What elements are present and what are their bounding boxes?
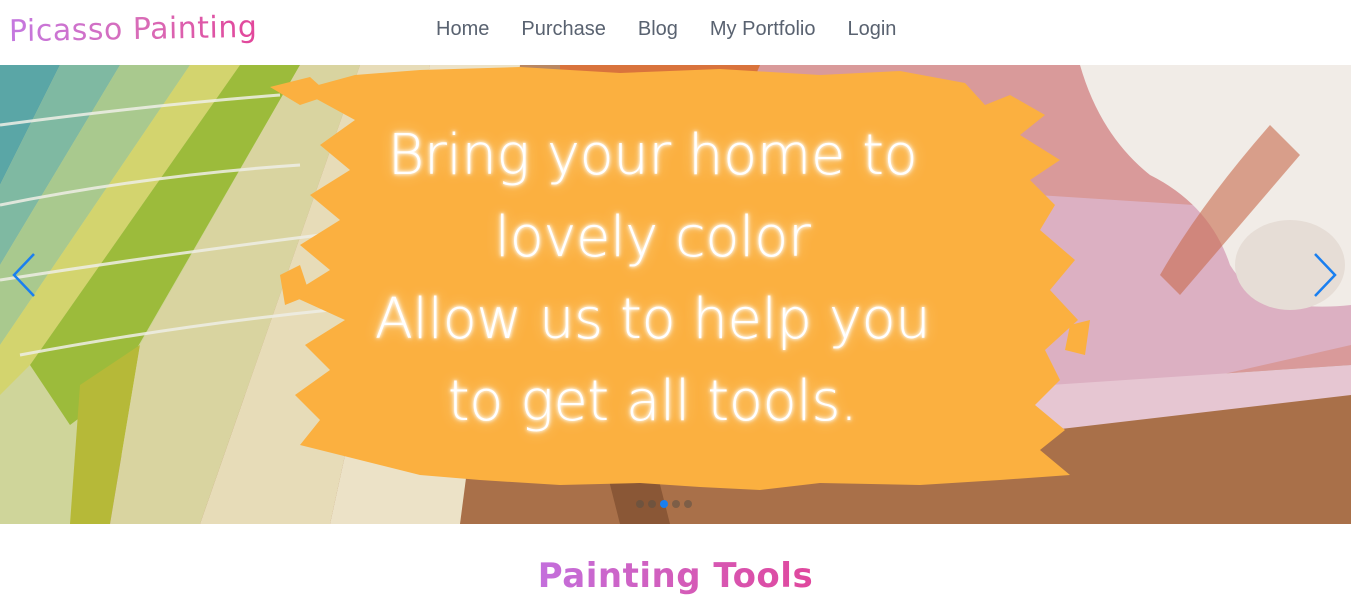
carousel-indicator[interactable] (660, 500, 668, 508)
nav-link-blog[interactable]: Blog (622, 18, 694, 41)
carousel-indicator[interactable] (648, 500, 656, 508)
carousel-prev-button[interactable] (4, 247, 44, 303)
nav-link-home[interactable]: Home (420, 18, 505, 41)
hero-line: Allow us to help you (374, 287, 931, 352)
section-title: Painting Tools (0, 556, 1351, 596)
carousel-indicator[interactable] (636, 500, 644, 508)
nav-links: Home Purchase Blog My Portfolio Login (420, 18, 912, 41)
hero-headline: Bring your home to lovely color Allow us… (310, 115, 995, 443)
hero-line: lovely color (494, 205, 811, 270)
carousel-indicator[interactable] (684, 500, 692, 508)
hero-carousel: Bring your home to lovely color Allow us… (0, 65, 1351, 524)
navbar: Picasso Painting Home Purchase Blog My P… (0, 0, 1351, 65)
nav-link-portfolio[interactable]: My Portfolio (694, 18, 832, 41)
chevron-right-icon (1314, 253, 1337, 297)
nav-link-purchase[interactable]: Purchase (505, 18, 622, 41)
carousel-indicators (636, 500, 692, 508)
carousel-next-button[interactable] (1305, 247, 1345, 303)
brand-logo[interactable]: Picasso Painting (9, 10, 258, 49)
carousel-indicator[interactable] (672, 500, 680, 508)
chevron-left-icon (12, 253, 35, 297)
nav-link-login[interactable]: Login (831, 18, 912, 41)
section-title-text: Painting Tools (537, 556, 814, 596)
hero-line: Bring your home to (387, 123, 918, 188)
hero-line: to get all tools. (447, 369, 858, 434)
